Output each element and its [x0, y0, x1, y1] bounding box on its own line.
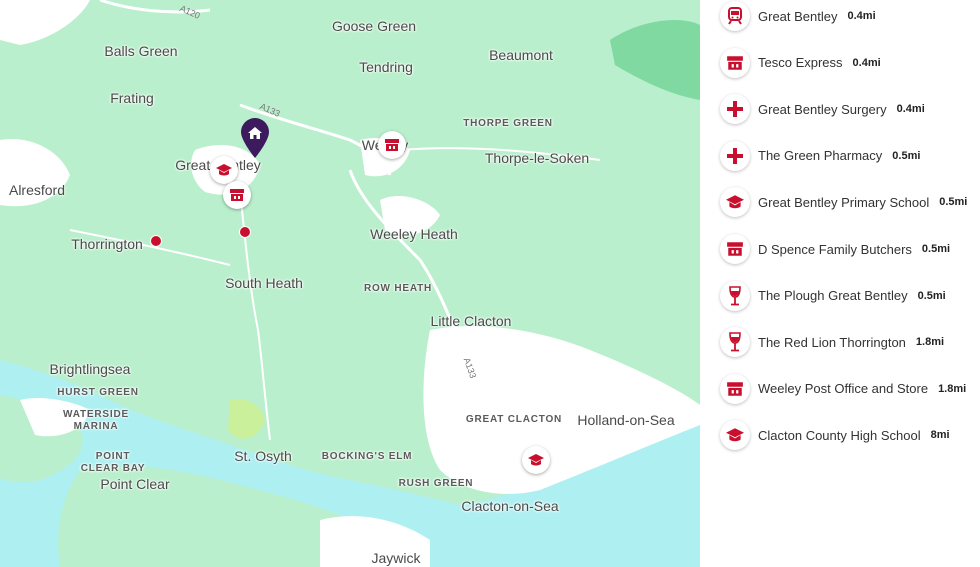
- wine-glass-icon: [720, 327, 750, 358]
- poi-distance: 1.8mi: [915, 336, 945, 349]
- map-marker-clacton-school[interactable]: [522, 446, 550, 474]
- shop-icon: [720, 373, 750, 404]
- shop-icon: [230, 189, 244, 201]
- poi-distance: 0.5mi: [939, 196, 968, 209]
- map-marker-school[interactable]: [210, 156, 238, 184]
- poi-distance: 8mi: [930, 429, 950, 442]
- poi-name: The Plough Great Bentley: [758, 288, 908, 304]
- poi-name: Great Bentley: [758, 8, 838, 24]
- poi-name: D Spence Family Butchers: [758, 241, 912, 257]
- poi-list-item[interactable]: D Spence Family Butchers 0.5mi: [720, 231, 950, 267]
- school-icon: [528, 454, 544, 466]
- shop-icon: [720, 234, 750, 264]
- poi-list-item[interactable]: Clacton County High School 8mi: [720, 417, 950, 453]
- poi-distance: 0.4mi: [852, 56, 881, 69]
- road-thorpe: [399, 147, 601, 161]
- poi-list-item[interactable]: The Red Lion Thorrington 1.8mi: [720, 324, 944, 360]
- poi-list-item[interactable]: Weeley Post Office and Store 1.8mi: [720, 371, 966, 407]
- map-base: [0, 0, 700, 567]
- poi-distance: 1.8mi: [938, 382, 967, 395]
- poi-distance: 0.5mi: [892, 149, 921, 162]
- poi-distance: 0.5mi: [921, 243, 951, 255]
- shop-icon: [720, 47, 750, 78]
- map-marker-dot-red-lion[interactable]: [150, 235, 162, 247]
- urban-alresford: [0, 139, 70, 207]
- road-thorrington: [69, 229, 231, 266]
- medical-cross-icon: [720, 94, 750, 125]
- school-icon: [216, 164, 232, 176]
- poi-list-item[interactable]: Tesco Express 0.4mi: [720, 45, 881, 81]
- home-pin[interactable]: [239, 117, 271, 159]
- home-icon: [241, 118, 269, 158]
- urban-north: [0, 0, 90, 45]
- poi-list-item[interactable]: Great Bentley 0.4mi: [720, 0, 876, 34]
- wine-glass-icon: [720, 280, 750, 311]
- poi-name: The Red Lion Thorrington: [758, 334, 906, 350]
- poi-name: Tesco Express: [758, 55, 843, 71]
- poi-distance: 0.5mi: [917, 289, 946, 302]
- train-icon: [720, 1, 750, 31]
- poi-name: Weeley Post Office and Store: [758, 381, 929, 397]
- map-marker-weeley-shop[interactable]: [378, 131, 406, 159]
- poi-distance: 0.4mi: [847, 10, 876, 22]
- medical-cross-icon: [720, 140, 750, 171]
- poi-name: Great Bentley Primary School: [758, 194, 930, 210]
- park: [228, 398, 265, 439]
- school-icon: [720, 187, 750, 218]
- poi-name: Clacton County High School: [758, 427, 921, 443]
- poi-list-item[interactable]: The Green Pharmacy 0.5mi: [720, 138, 920, 174]
- poi-list-item[interactable]: Great Bentley Surgery 0.4mi: [720, 91, 925, 127]
- map-marker-shop[interactable]: [223, 181, 251, 209]
- poi-name: The Green Pharmacy: [758, 148, 883, 164]
- poi-name: Great Bentley Surgery: [758, 101, 887, 117]
- shop-icon: [385, 139, 399, 151]
- map-marker-dot-plough[interactable]: [239, 226, 251, 238]
- school-icon: [720, 420, 750, 451]
- map[interactable]: A120 A133 A133 Goose Green Balls Green B…: [0, 0, 700, 567]
- poi-list-item[interactable]: The Plough Great Bentley 0.5mi: [720, 278, 946, 314]
- poi-distance: 0.4mi: [896, 103, 925, 116]
- woodland: [610, 20, 700, 100]
- nearby-places-panel: Great Bentley 0.4mi Tesco Express 0.4mi Grea…: [700, 0, 980, 567]
- poi-list-item[interactable]: Great Bentley Primary School 0.5mi: [720, 184, 967, 220]
